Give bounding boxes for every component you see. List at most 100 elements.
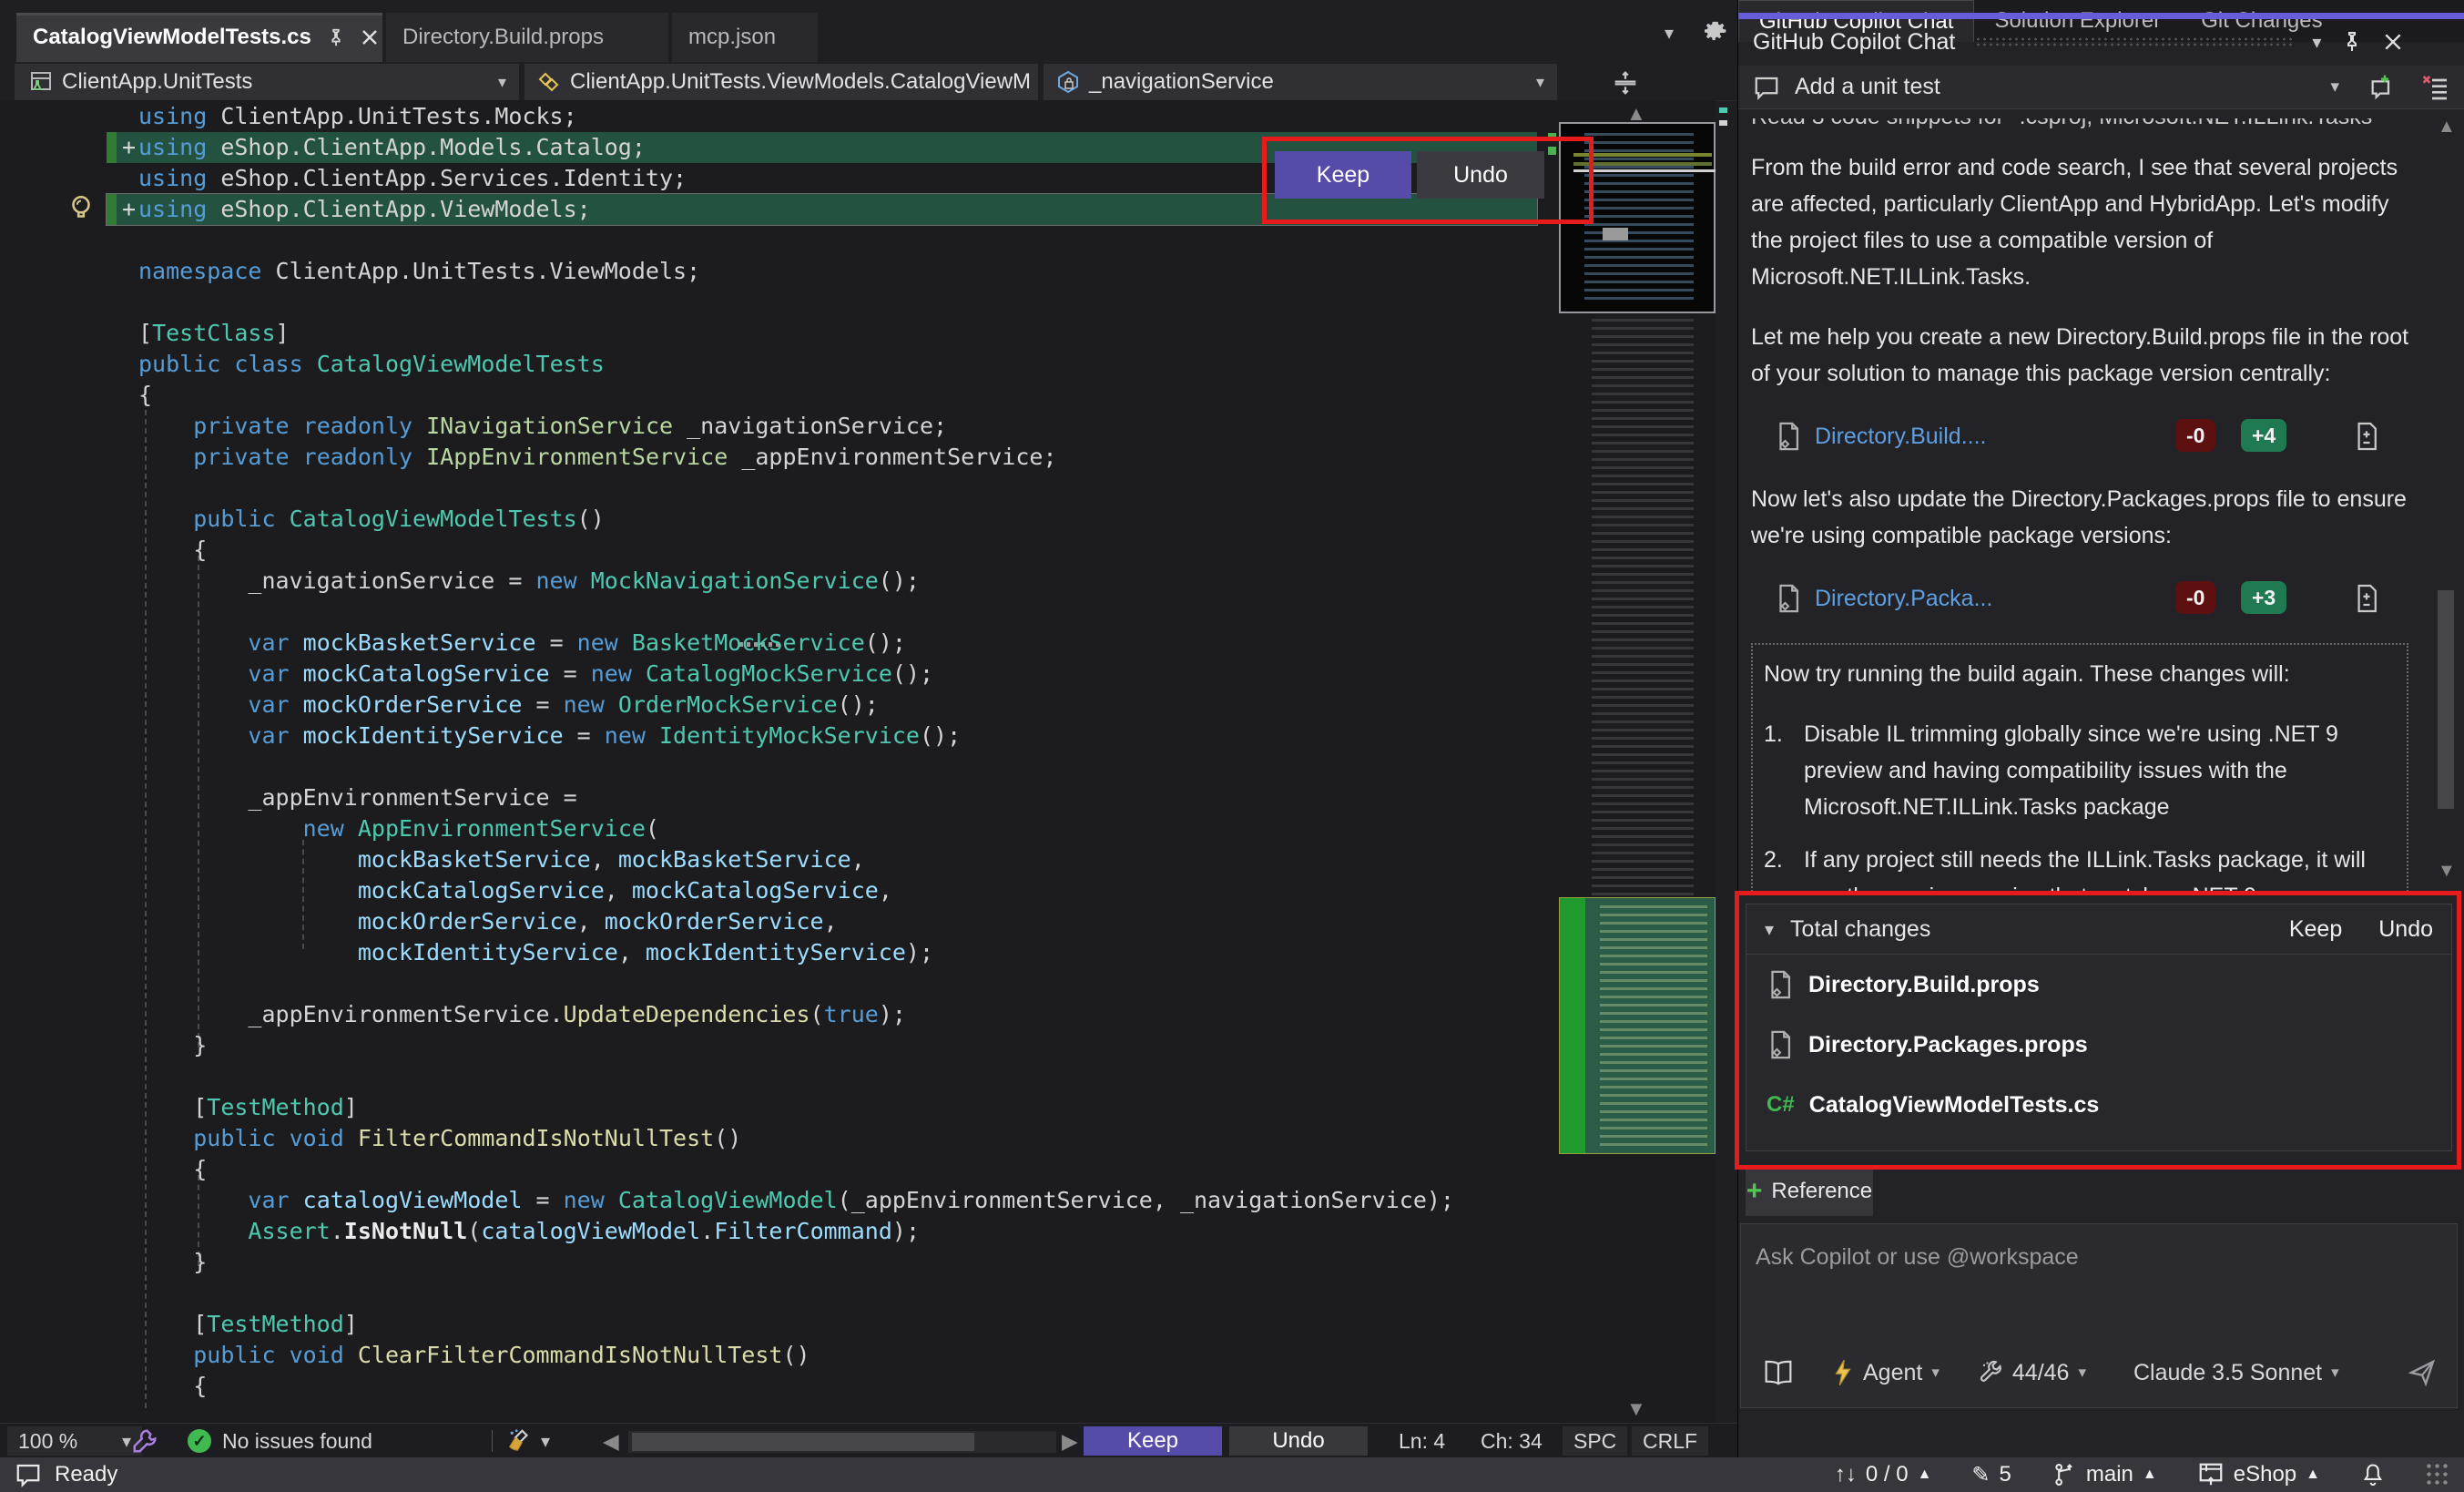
- focused-message-group: Now try running the build again. These c…: [1751, 643, 2408, 894]
- xml-file-icon: [1767, 969, 1794, 1000]
- open-diff-icon[interactable]: [2354, 421, 2379, 452]
- plus-icon: +: [1746, 1180, 1763, 1202]
- chevron-down-icon[interactable]: ▾: [2330, 77, 2339, 97]
- minimap[interactable]: ▲ ▼: [1559, 100, 1716, 1423]
- panel-accent-bar: [1738, 13, 2464, 19]
- scroll-left-icon[interactable]: ◀: [603, 1424, 619, 1458]
- code-line: [0, 1278, 1548, 1309]
- code-line: var mockIdentityService = new IdentityMo…: [0, 720, 1548, 751]
- close-icon[interactable]: [2383, 32, 2403, 52]
- pending-edits[interactable]: ✎ 5: [1971, 1462, 2011, 1488]
- changed-file-card[interactable]: Directory.Packa...-0+3: [1775, 577, 2414, 619]
- chat-scrollbar[interactable]: ▲ ▼: [2436, 117, 2458, 882]
- agent-mode-dropdown[interactable]: Agent: [1863, 1360, 1922, 1386]
- changed-file-row[interactable]: Directory.Build.props: [1746, 955, 2451, 1015]
- line-ending-indicator[interactable]: CRLF: [1632, 1426, 1708, 1456]
- window-position-dropdown-icon[interactable]: ▾: [2312, 31, 2321, 54]
- breadcrumb: ClientApp.UnitTests ▾ ClientApp.UnitTest…: [0, 64, 1737, 101]
- drag-handle[interactable]: [1975, 36, 2294, 47]
- code-line: [TestMethod]: [0, 1092, 1548, 1123]
- tools-wrench-icon: [1978, 1360, 2003, 1385]
- code-cleanup-button[interactable]: ▾: [506, 1424, 550, 1458]
- xml-file-icon: [1775, 421, 1802, 452]
- check-circle-icon: ✓: [188, 1429, 211, 1453]
- repository-picker[interactable]: eShop ▲: [2197, 1461, 2320, 1488]
- file-link[interactable]: Directory.Build....: [1815, 418, 1986, 455]
- agent-lightning-icon: [1832, 1359, 1854, 1386]
- scroll-annotation: [1719, 120, 1727, 126]
- scroll-right-icon[interactable]: ▶: [1062, 1424, 1078, 1458]
- session-title-dropdown[interactable]: Add a unit test: [1795, 74, 1940, 100]
- clear-chat-icon[interactable]: [2421, 73, 2450, 102]
- inline-undo-button[interactable]: Undo: [1417, 151, 1544, 199]
- minimap-viewport[interactable]: [1559, 122, 1716, 313]
- resize-grip[interactable]: [2426, 1463, 2449, 1487]
- class-icon: [537, 70, 561, 94]
- status-bar: Ready ↑↓ 0 / 0 ▲ ✎ 5 main ▲: [0, 1457, 2464, 1492]
- editor-status-strip: 100 % ▾ ✓ No issues found ▾ ◀ ▶ Keep Und…: [0, 1423, 1737, 1458]
- changed-file-row[interactable]: C#CatalogViewModelTests.cs: [1746, 1075, 2451, 1135]
- file-name: Directory.Build.props: [1808, 972, 2040, 998]
- scrollbar-thumb[interactable]: [632, 1433, 974, 1451]
- column-indicator[interactable]: Ch: 34: [1481, 1424, 1543, 1458]
- model-picker-dropdown[interactable]: Claude 3.5 Sonnet: [2133, 1360, 2322, 1386]
- scroll-down-icon[interactable]: ▼: [2438, 861, 2456, 882]
- scroll-up-icon[interactable]: ▲: [2438, 117, 2456, 138]
- health-indicator-icon[interactable]: [131, 1424, 158, 1458]
- changed-file-card[interactable]: Directory.Build....-0+4: [1775, 415, 2414, 457]
- code-line: [0, 1061, 1548, 1092]
- sync-status[interactable]: ↑↓ 0 / 0 ▲: [1835, 1462, 1932, 1487]
- line-indicator[interactable]: Ln: 4: [1399, 1424, 1445, 1458]
- tab-catalogviewmodeltests[interactable]: CatalogViewModelTests.cs: [16, 13, 382, 62]
- close-icon[interactable]: [361, 28, 379, 46]
- tool-count-dropdown[interactable]: 44/46: [2012, 1360, 2070, 1386]
- minimap-code-stripes: [1592, 319, 1694, 902]
- undo-all-button[interactable]: Undo: [1229, 1426, 1368, 1456]
- breadcrumb-member-dropdown[interactable]: _navigationService ▾: [1044, 64, 1557, 100]
- code-line: mockCatalogService, mockCatalogService,: [0, 875, 1548, 906]
- breadcrumb-class-dropdown[interactable]: ClientApp.UnitTests.ViewModels.CatalogVi…: [524, 64, 1038, 100]
- repository-icon: [2197, 1461, 2225, 1488]
- diff-added-bar: [107, 132, 117, 163]
- issues-status[interactable]: ✓ No issues found: [188, 1424, 372, 1458]
- add-reference-button[interactable]: + Reference: [1746, 1167, 1873, 1216]
- open-diff-icon[interactable]: [2354, 583, 2379, 614]
- tab-directory-build-props[interactable]: Directory.Build.props: [386, 13, 668, 62]
- lightbulb-icon[interactable]: [66, 193, 97, 224]
- space-mode-indicator[interactable]: SPC: [1563, 1426, 1627, 1456]
- chevron-down-icon: ▾: [2331, 1364, 2339, 1382]
- chat-input-box[interactable]: Ask Copilot or use @workspace Agent ▾ 44…: [1740, 1223, 2458, 1408]
- split-editor-icon[interactable]: [1610, 67, 1641, 98]
- branch-picker[interactable]: main ▲: [2052, 1462, 2157, 1487]
- tab-label: mcp.json: [688, 25, 776, 50]
- tab-mcp-json[interactable]: mcp.json: [672, 13, 818, 62]
- feedback-icon[interactable]: [15, 1461, 42, 1488]
- inline-keep-button[interactable]: Keep: [1275, 151, 1411, 199]
- chat-transcript[interactable]: Read 3 code snippets for *.csproj, Micro…: [1738, 109, 2464, 894]
- tab-list-dropdown-icon[interactable]: ▾: [1665, 22, 1674, 45]
- changed-file-row[interactable]: Directory.Packages.props: [1746, 1015, 2451, 1075]
- editor-settings-gear-icon[interactable]: [1699, 18, 1728, 47]
- chat-message: Now try running the build again. These c…: [1764, 656, 2392, 692]
- pin-icon[interactable]: [326, 27, 346, 47]
- send-icon[interactable]: [2406, 1358, 2439, 1387]
- file-link[interactable]: Directory.Packa...: [1815, 580, 1992, 617]
- code-line: var mockOrderService = new OrderMockServ…: [0, 690, 1548, 720]
- undo-all-changes-button[interactable]: Undo: [2378, 916, 2433, 943]
- code-line: mockBasketService, mockBasketService,: [0, 844, 1548, 875]
- new-chat-icon[interactable]: [2367, 73, 2396, 102]
- code-editor[interactable]: using ClientApp.UnitTests.Mocks;+using e…: [0, 100, 1559, 1423]
- pin-icon[interactable]: [2341, 31, 2363, 53]
- keep-all-changes-button[interactable]: Keep: [2289, 916, 2342, 943]
- horizontal-scrollbar[interactable]: [628, 1431, 1056, 1453]
- zoom-dropdown[interactable]: 100 % ▾: [7, 1426, 142, 1456]
- notifications-bell-icon[interactable]: [2360, 1461, 2386, 1488]
- panel-title-bar[interactable]: GitHub Copilot Chat ▾: [1738, 19, 2464, 65]
- keep-all-button[interactable]: Keep: [1084, 1426, 1222, 1456]
- breadcrumb-project-dropdown[interactable]: ClientApp.UnitTests ▾: [15, 64, 519, 100]
- scrollbar-thumb[interactable]: [2438, 590, 2454, 809]
- scroll-down-icon[interactable]: ▼: [1626, 1397, 1646, 1421]
- tool-call-summary: Read 3 code snippets for *.csproj, Micro…: [1751, 118, 2414, 133]
- prompt-library-book-icon[interactable]: [1763, 1359, 1794, 1386]
- collapse-icon[interactable]: ▾: [1765, 918, 1774, 941]
